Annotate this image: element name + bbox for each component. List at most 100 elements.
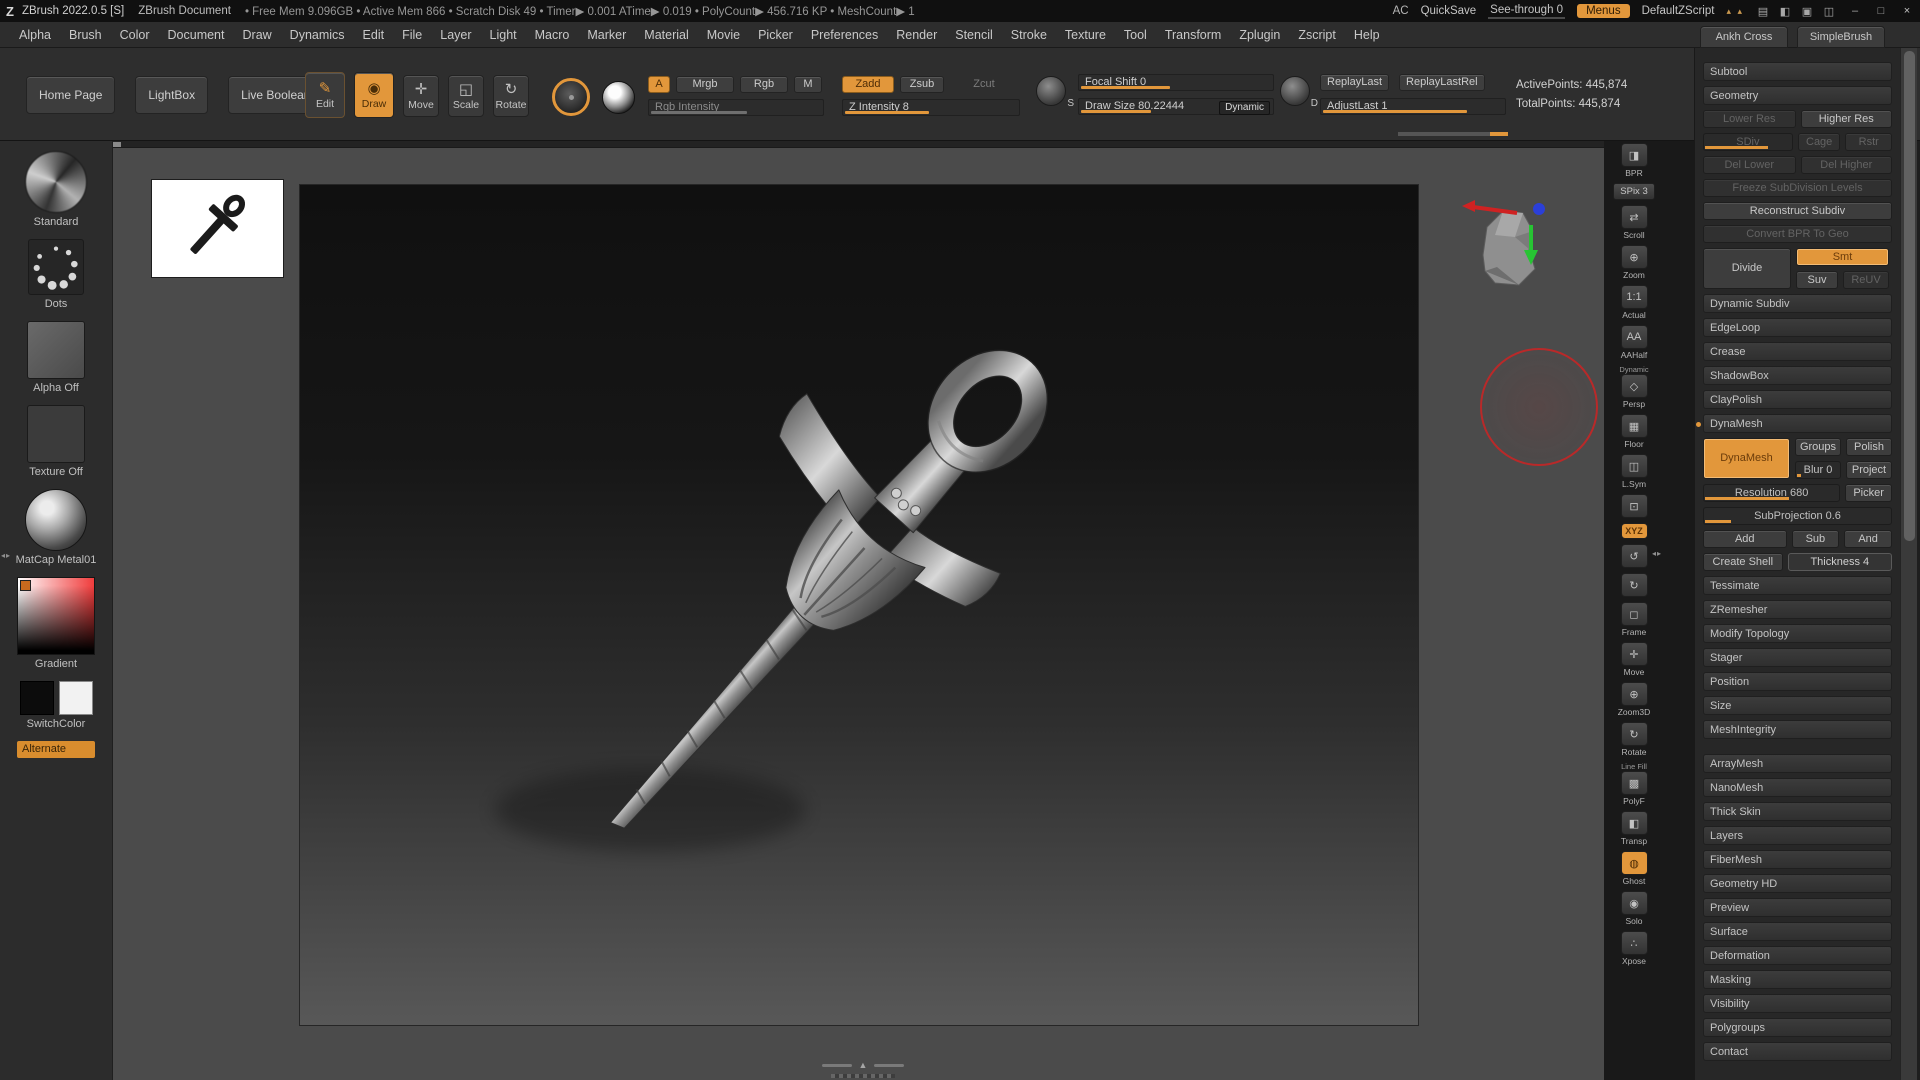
camera-orientation-gizmo[interactable] [1457, 197, 1549, 301]
palette-section-header[interactable]: Position [1703, 672, 1892, 691]
palette-section-header[interactable]: Layers [1703, 826, 1892, 845]
menu-item[interactable]: Texture [1056, 28, 1115, 42]
palette-section-header[interactable]: Polygroups [1703, 1018, 1892, 1037]
current-material-icon[interactable] [602, 81, 635, 114]
blur-slider[interactable]: Blur 0 [1795, 461, 1841, 479]
right-panel-scrollbar[interactable] [1900, 48, 1917, 1080]
and-button[interactable]: And [1844, 530, 1892, 548]
draw-button[interactable]: ◉ Draw [354, 72, 394, 118]
menu-item[interactable]: Tool [1115, 28, 1156, 42]
subprojection-slider[interactable]: SubProjection 0.6 [1703, 507, 1892, 525]
adjust-last-slider[interactable]: AdjustLast 1 [1320, 98, 1506, 115]
palette-section-header[interactable]: Contact [1703, 1042, 1892, 1061]
palette-section-header[interactable]: Preview [1703, 898, 1892, 917]
zsub-button[interactable]: Zsub [900, 76, 944, 93]
menus-button[interactable]: Menus [1577, 4, 1630, 18]
palette-section-header[interactable]: Crease [1703, 342, 1892, 361]
create-shell-button[interactable]: Create Shell [1703, 553, 1783, 571]
tray-scroll-arrows[interactable]: ▴ ▴ [1726, 6, 1744, 17]
z-intensity-slider[interactable]: Z Intensity 8 [842, 99, 1020, 116]
convert-bpr-button[interactable]: Convert BPR To Geo [1703, 225, 1892, 243]
canvas-bottom-scrollbar[interactable] [831, 1074, 895, 1078]
palette-section-header[interactable]: Size [1703, 696, 1892, 715]
m-button[interactable]: M [794, 76, 822, 93]
cage-button[interactable]: Cage [1797, 133, 1841, 151]
color-picker[interactable] [17, 577, 95, 655]
material-sphere-icon[interactable] [25, 489, 87, 551]
smt-button[interactable]: Smt [1796, 248, 1889, 266]
palette-section-header[interactable]: NanoMesh [1703, 778, 1892, 797]
standard-brush-icon[interactable] [25, 151, 87, 213]
reconstruct-subdiv-button[interactable]: Reconstruct Subdiv [1703, 202, 1892, 220]
palette-section-header[interactable]: ShadowBox [1703, 366, 1892, 385]
aahalf-button[interactable]: AA AAHalf [1620, 325, 1648, 360]
menu-item[interactable]: Alpha [10, 28, 60, 42]
subtool-section-header[interactable]: Subtool [1703, 62, 1892, 81]
palette-section-header[interactable]: Tessimate [1703, 576, 1892, 595]
texture-swatch[interactable] [27, 405, 85, 463]
menu-item[interactable]: Document [159, 28, 234, 42]
palette-section-header[interactable]: Masking [1703, 970, 1892, 989]
scroll-button[interactable]: ⇄ Scroll [1620, 205, 1648, 240]
move-button[interactable]: ✛ Move [403, 75, 439, 117]
palette-section-header[interactable]: Geometry HD [1703, 874, 1892, 893]
maximize-button[interactable]: □ [1874, 5, 1888, 17]
focal-shift-knob[interactable]: S [1036, 76, 1074, 109]
xyz-button[interactable]: XYZ [1620, 523, 1648, 539]
menu-item[interactable]: Zscript [1289, 28, 1345, 42]
transp-button[interactable]: ◧ Transp [1620, 811, 1648, 846]
local-symmetry-button[interactable]: ◫ L.Sym [1620, 454, 1648, 489]
window-tool-icon[interactable]: ◧ [1778, 5, 1792, 18]
dynamic-toggle[interactable]: Dynamic [1219, 101, 1270, 115]
right-tray-divider-handle[interactable]: ◂▸ [1652, 549, 1662, 558]
menu-item[interactable]: Zplugin [1230, 28, 1289, 42]
rstr-button[interactable]: Rstr [1845, 133, 1893, 151]
rgb-intensity-slider[interactable]: Rgb Intensity [648, 99, 824, 116]
persp-button[interactable]: Dynamic ◇ Persp [1619, 365, 1648, 409]
menu-item[interactable]: Movie [698, 28, 749, 42]
tab-ankh-cross[interactable]: Ankh Cross [1700, 26, 1788, 48]
scale-button[interactable]: ◱ Scale [448, 75, 484, 117]
menu-item[interactable]: Transform [1156, 28, 1231, 42]
palette-section-header[interactable]: EdgeLoop [1703, 318, 1892, 337]
minimize-button[interactable]: – [1848, 5, 1862, 17]
menu-item[interactable]: Color [111, 28, 159, 42]
resolution-slider[interactable]: Resolution 680 [1703, 484, 1841, 502]
dynamesh-section-header[interactable]: DynaMesh [1696, 414, 1892, 433]
menu-item[interactable]: Marker [578, 28, 635, 42]
freeze-subdivision-button[interactable]: Freeze SubDivision Levels [1703, 179, 1892, 197]
palette-section-header[interactable]: Stager [1703, 648, 1892, 667]
palette-section-header[interactable]: Visibility [1703, 994, 1892, 1013]
frame-button[interactable]: ◻ Frame [1620, 602, 1648, 637]
left-tray-divider-handle[interactable]: ◂▸ [1, 551, 11, 560]
rotate-button[interactable]: ↻ Rotate [493, 75, 529, 117]
palette-section-header[interactable]: MeshIntegrity [1703, 720, 1892, 739]
palette-section-header[interactable]: ZRemesher [1703, 600, 1892, 619]
alpha-swatch[interactable] [27, 321, 85, 379]
lower-res-button[interactable]: Lower Res [1703, 110, 1796, 128]
home-page-button[interactable]: Home Page [26, 76, 116, 114]
local-transform-icon[interactable]: ⊡ [1620, 494, 1648, 518]
divide-button[interactable]: Divide [1703, 248, 1791, 289]
a-button[interactable]: A [648, 76, 670, 93]
window-tool-icon[interactable]: ▤ [1756, 5, 1770, 18]
zadd-button[interactable]: Zadd [842, 76, 894, 93]
current-brush-icon[interactable] [552, 78, 590, 116]
rgb-button[interactable]: Rgb [740, 76, 788, 93]
dynamesh-button[interactable]: DynaMesh [1703, 438, 1790, 479]
draw-size-slider[interactable]: Draw Size 80.22444 Dynamic [1078, 98, 1274, 115]
bpr-button[interactable]: ◨ BPR [1620, 143, 1648, 178]
palette-section-header[interactable]: Dynamic Subdiv [1703, 294, 1892, 313]
menu-item[interactable]: Preferences [802, 28, 887, 42]
tab-simplebrush[interactable]: SimpleBrush [1797, 26, 1885, 48]
floor-button[interactable]: ▦ Floor [1620, 414, 1648, 449]
menu-item[interactable]: Render [887, 28, 946, 42]
secondary-color-swatch[interactable] [58, 681, 93, 715]
edit-button[interactable]: ✎ Edit [305, 72, 345, 118]
canvas-top-scrollbar[interactable] [113, 141, 1604, 148]
palette-section-header[interactable]: Thick Skin [1703, 802, 1892, 821]
window-tool-icon[interactable]: ◫ [1822, 5, 1836, 18]
lightbox-button[interactable]: LightBox [135, 76, 209, 114]
palette-section-header[interactable]: ClayPolish [1703, 390, 1892, 409]
window-tool-icon[interactable]: ▣ [1800, 5, 1814, 18]
